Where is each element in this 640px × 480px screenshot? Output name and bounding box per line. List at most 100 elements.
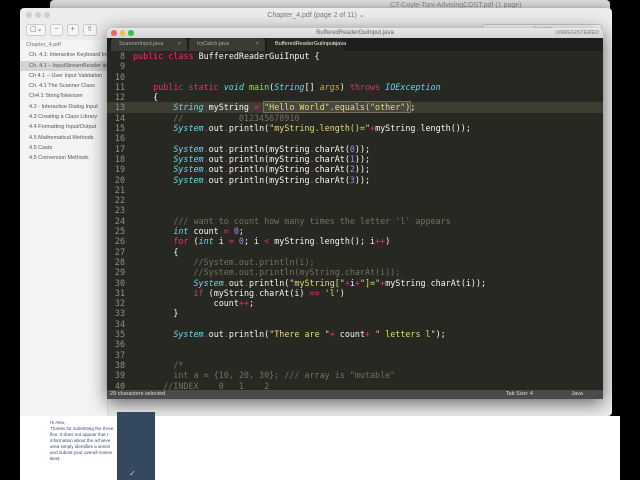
code-line: 21 xyxy=(107,185,603,195)
code-token: System xyxy=(193,277,224,288)
line-text: for (int i = 0; i < myString.length(); i… xyxy=(127,236,390,246)
line-number: 38 xyxy=(114,359,125,370)
window-controls[interactable] xyxy=(111,30,134,36)
code-line: 35 System.out.println("There are "+ coun… xyxy=(107,329,603,339)
code-line: 23 xyxy=(107,205,603,215)
email-line: Best, xyxy=(50,456,61,461)
code-token: String xyxy=(173,102,209,113)
sidebar-item[interactable]: Ch. 4.1: Interactive Keyboard Input xyxy=(20,50,107,60)
line-number: 32 xyxy=(114,298,125,309)
code-token: int a = {10, 20, 30}; /// array is "muta… xyxy=(173,370,396,381)
code-token: (myString xyxy=(208,287,255,298)
line-text: { xyxy=(127,247,178,257)
line-number: 39 xyxy=(114,370,125,381)
code-line: 33 } xyxy=(107,308,603,318)
zoom-icon[interactable] xyxy=(128,30,134,36)
sidebar-item[interactable]: 4.4 Formatting Input/Output xyxy=(20,122,107,132)
code-token: void xyxy=(223,81,249,92)
code-line: 15 System.out.println("myString.length()… xyxy=(107,123,603,133)
sidebar-item[interactable]: Ch4.1 StringTokenizer xyxy=(20,91,107,101)
code-token: out xyxy=(208,123,224,134)
modified-dot-icon[interactable]: ● xyxy=(334,38,337,51)
check-icon[interactable]: ✓ xyxy=(129,469,136,478)
code-token: System xyxy=(173,164,204,175)
code-token: myString xyxy=(375,123,416,134)
code-token: length(); i xyxy=(319,236,376,247)
sidebar-item[interactable]: Ch. 4.1 The Scanner Class xyxy=(20,81,107,91)
code-editor[interactable]: 8 public class BufferedReaderGuiInput {9 1… xyxy=(107,51,603,390)
code-token: "myString.length()=" xyxy=(269,123,371,134)
toolbar-button[interactable]: + xyxy=(66,24,79,36)
sidebar-item[interactable]: 4.3 Creating a Class Library xyxy=(20,112,107,122)
code-line: 25 int count = 0; xyxy=(107,226,603,236)
code-token: { xyxy=(133,92,159,103)
code-token: int xyxy=(198,236,219,247)
syntax-mode[interactable]: Java xyxy=(571,390,583,399)
line-number: 10 xyxy=(114,71,125,82)
close-tab-icon[interactable]: × xyxy=(256,38,259,51)
code-token: [] xyxy=(304,81,320,92)
code-line: 24 /// want to count how many times the … xyxy=(107,216,603,226)
minimize-icon[interactable] xyxy=(119,30,125,36)
code-line: 28 //System.out.println(i); xyxy=(107,257,603,267)
code-line: 30 System.out.println("myString["+i+"]="… xyxy=(107,278,603,288)
code-token: args xyxy=(319,81,340,92)
code-token: )); xyxy=(354,143,371,154)
editor-tabs: ScannerInput.java × tryCatch.java × Buffered… xyxy=(107,38,603,51)
code-line: 8 public class BufferedReaderGuiInput { xyxy=(107,51,603,61)
close-icon[interactable] xyxy=(111,30,117,36)
line-text: { xyxy=(127,92,158,102)
sidebar-root[interactable]: Chapter_4.pdf xyxy=(20,40,107,50)
code-token: "Hello World".equals("other") xyxy=(263,101,412,114)
editor-tab[interactable]: ScannerInput.java × xyxy=(111,38,187,51)
sidebar-item[interactable]: 4.2 - Interactive Dialog Input xyxy=(20,102,107,112)
toolbar-button[interactable]: ⇧ xyxy=(82,24,97,36)
line-number: 11 xyxy=(114,81,125,92)
sidebar-item[interactable]: 4.5 Mathematical Methods xyxy=(20,133,107,143)
code-token: out xyxy=(228,277,244,288)
code-token: System xyxy=(173,174,204,185)
code-line: 32 count++; xyxy=(107,298,603,308)
sidebar-item[interactable]: Ch 4.1 – User Input Validation xyxy=(20,71,107,81)
line-text: int count = 0; xyxy=(127,226,244,236)
sidebar-item[interactable]: Ch. 4.1 – InputStreamReader and Buffered… xyxy=(20,60,107,71)
editor-title: BufferedReaderGuiInput.java xyxy=(316,30,394,36)
line-text: System.out.println("myString["+i+"]="+my… xyxy=(127,277,487,288)
editor-titlebar: BufferedReaderGuiInput.java UNREGISTERED xyxy=(107,28,603,38)
unregistered-label: UNREGISTERED xyxy=(555,30,599,36)
close-tab-icon[interactable]: × xyxy=(178,38,181,51)
line-text: System.out.println(myString.charAt(2)); xyxy=(127,164,370,174)
sidebar-item[interactable]: 4.5 Conversion Methods xyxy=(20,153,107,163)
toolbar-button[interactable]: − xyxy=(50,24,63,36)
code-token: String xyxy=(274,81,305,92)
code-token: println(myString xyxy=(228,153,310,164)
line-text: System.out.println("myString.length()="+… xyxy=(127,123,471,133)
code-token: out xyxy=(208,143,224,154)
sidebar-item[interactable]: 4.5 Casts xyxy=(20,143,107,153)
line-text: /// want to count how many times the let… xyxy=(127,216,450,226)
editor-tab[interactable]: tryCatch.java × xyxy=(189,38,265,51)
line-number: 12 xyxy=(114,92,125,103)
code-token: + xyxy=(329,329,340,340)
line-number: 23 xyxy=(114,205,125,216)
code-line: 12 { xyxy=(107,92,603,102)
editor-tab[interactable]: BufferedReaderGuiInput.java ● xyxy=(267,38,346,51)
code-token: ; xyxy=(238,226,244,237)
line-number: 37 xyxy=(114,349,125,360)
selection-status: 29 characters selected xyxy=(110,391,166,397)
line-text xyxy=(127,195,133,205)
line-number: 34 xyxy=(114,318,125,329)
code-token: count xyxy=(193,226,224,237)
toolbar-button[interactable]: ▢⌄ xyxy=(26,24,47,36)
tab-size[interactable]: Tab Size: 4 xyxy=(506,390,533,399)
code-token: ) xyxy=(339,81,350,92)
code-line: 26 for (int i = 0; i < myString.length()… xyxy=(107,236,603,246)
pdf-toolbar: ▢⌄ − + ⇧ xyxy=(26,24,97,36)
code-token: println( xyxy=(249,277,290,288)
